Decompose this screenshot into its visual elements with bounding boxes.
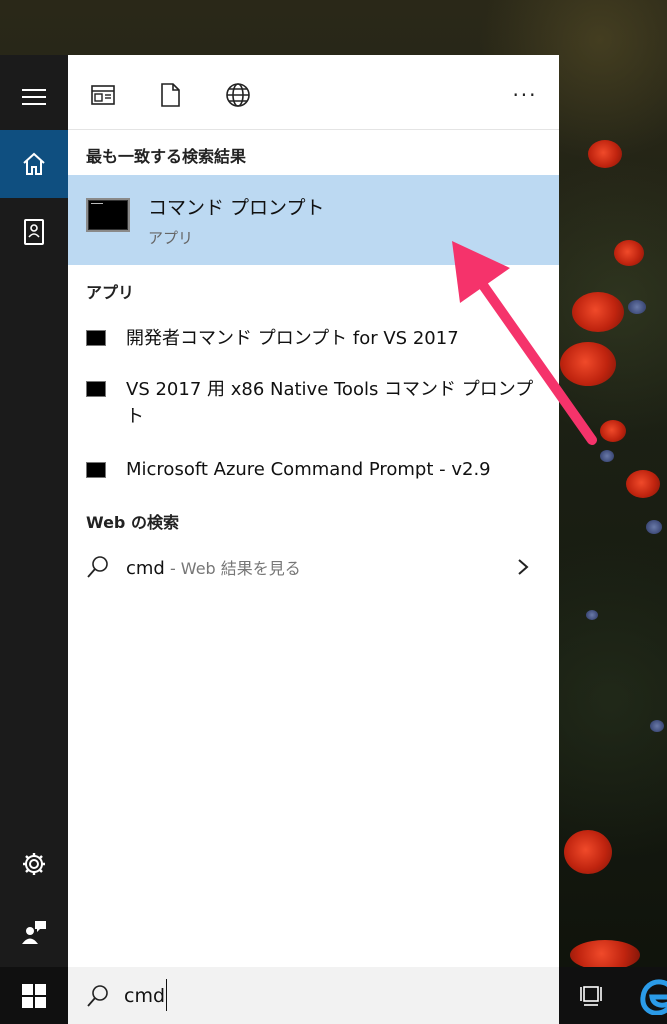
search-input[interactable]	[124, 979, 524, 1013]
settings-button[interactable]	[0, 830, 68, 898]
documents-filter-button[interactable]	[152, 77, 188, 113]
command-prompt-icon	[86, 381, 106, 397]
taskbar-search-box[interactable]	[68, 967, 559, 1024]
menu-button[interactable]	[0, 63, 68, 131]
hamburger-icon	[22, 89, 46, 105]
search-icon	[87, 985, 108, 1007]
windows-logo-icon	[22, 983, 46, 1008]
notebook-icon	[24, 219, 44, 245]
edge-icon	[640, 979, 667, 1015]
chevron-right-icon	[518, 559, 529, 575]
web-query-suffix: - Web 結果を見る	[164, 559, 301, 578]
start-button[interactable]	[0, 967, 68, 1024]
settings-icon	[23, 853, 45, 875]
best-match-heading: 最も一致する検索結果	[86, 147, 247, 166]
best-match-result[interactable]: コマンド プロンプト アプリ	[68, 175, 559, 265]
app-result-item[interactable]: 開発者コマンド プロンプト for VS 2017	[68, 321, 559, 357]
home-icon	[23, 152, 45, 175]
command-prompt-icon	[86, 462, 106, 478]
app-result-label: VS 2017 用 x86 Native Tools コマンド プロンプト	[126, 379, 534, 427]
web-query-text: cmd	[126, 558, 165, 579]
app-result-label: 開発者コマンド プロンプト for VS 2017	[126, 328, 459, 349]
more-options-button[interactable]: ···	[505, 77, 545, 113]
feedback-button[interactable]	[0, 898, 68, 966]
home-button[interactable]	[0, 130, 68, 198]
app-result-item[interactable]: Microsoft Azure Command Prompt - v2.9	[68, 453, 559, 489]
web-search-heading: Web の検索	[86, 513, 179, 532]
apps-heading: アプリ	[86, 283, 135, 302]
task-view-icon	[580, 986, 602, 1006]
apps-filter-icon	[91, 85, 115, 105]
search-icon	[87, 556, 108, 578]
app-result-label: Microsoft Azure Command Prompt - v2.9	[126, 459, 491, 480]
feedback-icon	[22, 921, 46, 944]
filter-toolbar: ···	[68, 55, 559, 130]
web-search-result[interactable]: cmd - Web 結果を見る	[68, 545, 559, 589]
best-match-title: コマンド プロンプト	[148, 197, 325, 219]
search-results-panel: ··· 最も一致する検索結果 コマンド プロンプト アプリ アプリ 開発者コマン…	[68, 55, 559, 967]
edge-browser-button[interactable]	[640, 977, 667, 1015]
notebook-button[interactable]	[0, 198, 68, 266]
command-prompt-icon	[86, 198, 130, 232]
start-left-rail	[0, 55, 68, 967]
command-prompt-icon	[86, 330, 106, 346]
task-view-button[interactable]	[574, 979, 610, 1013]
app-result-item[interactable]: VS 2017 用 x86 Native Tools コマンド プロンプト	[68, 373, 559, 433]
taskbar	[0, 967, 667, 1024]
text-caret	[166, 979, 167, 1011]
web-filter-button[interactable]	[220, 77, 256, 113]
apps-filter-button[interactable]	[85, 77, 121, 113]
documents-filter-icon	[161, 83, 180, 107]
best-match-subtitle: アプリ	[148, 229, 194, 247]
web-filter-icon	[226, 83, 250, 107]
